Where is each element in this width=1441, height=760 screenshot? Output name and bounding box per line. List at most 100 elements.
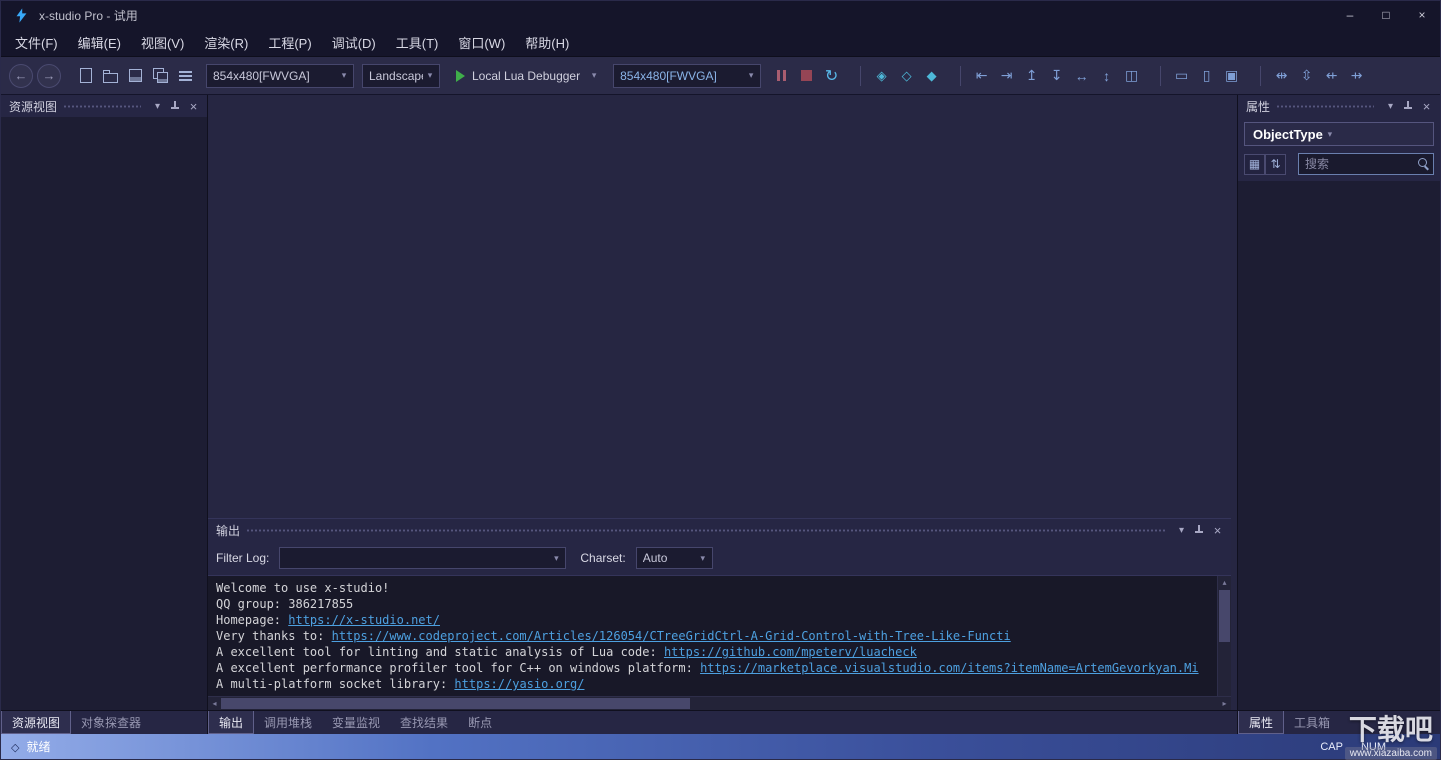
play-icon [456, 70, 465, 82]
output-console[interactable]: Welcome to use x-studio!QQ group: 386217… [208, 576, 1217, 696]
console-link[interactable]: https://github.com/mpeterv/luacheck [664, 645, 917, 659]
search-icon [1417, 157, 1430, 170]
save-all-icon[interactable] [148, 64, 173, 88]
open-folder-icon[interactable] [98, 64, 123, 88]
back-icon[interactable]: ← [9, 64, 33, 88]
status-icon [11, 740, 19, 754]
tab-output[interactable]: 输出 [208, 711, 254, 734]
space-across-icon[interactable]: ⇹ [1269, 64, 1294, 88]
orientation-select[interactable]: Landscape [362, 64, 440, 88]
vertical-scrollbar[interactable] [1217, 576, 1231, 696]
maximize-button[interactable]: □ [1368, 1, 1404, 29]
grid-icon[interactable]: ◆ [919, 64, 944, 88]
tab-call-stack[interactable]: 调用堆栈 [254, 711, 322, 734]
scroll-left-icon[interactable] [208, 697, 221, 710]
same-width-icon[interactable]: ▭ [1169, 64, 1194, 88]
header-dots [63, 104, 141, 109]
size-icon-group: ▭▯▣ [1169, 64, 1244, 88]
center-in-parent-icon[interactable]: ◫ [1119, 64, 1144, 88]
minimize-button[interactable]: – [1332, 1, 1368, 29]
charset-value: Auto [643, 551, 696, 565]
menu-project[interactable]: 工程(P) [258, 29, 321, 56]
toolbar-separator [1260, 66, 1261, 86]
anchor-icon[interactable]: ◈ [869, 64, 894, 88]
increase-space-icon[interactable]: ⇸ [1344, 64, 1369, 88]
save-icon[interactable] [123, 64, 148, 88]
close-icon[interactable] [1210, 523, 1225, 538]
close-icon[interactable] [186, 99, 201, 114]
menu-list-icon[interactable] [173, 64, 198, 88]
property-grid-icons: ▦⇅ [1244, 154, 1286, 175]
tab-find-results[interactable]: 查找结果 [390, 711, 458, 734]
menu-tools[interactable]: 工具(T) [386, 29, 449, 56]
console-text: QQ group: 386217855 [216, 597, 353, 611]
tab-properties[interactable]: 属性 [1238, 711, 1284, 734]
object-type-select[interactable]: ObjectType [1244, 122, 1434, 146]
scene-tool-group: ◈◇◆ [869, 64, 944, 88]
header-dots [1276, 104, 1374, 109]
console-link[interactable]: https://x-studio.net/ [288, 613, 440, 627]
align-bottom-icon[interactable]: ↧ [1044, 64, 1069, 88]
scroll-right-icon[interactable] [1218, 697, 1231, 710]
close-icon[interactable] [1419, 99, 1434, 114]
same-height-icon[interactable]: ▯ [1194, 64, 1219, 88]
scrollbar-thumb[interactable] [221, 698, 690, 709]
align-right-icon[interactable]: ⇥ [994, 64, 1019, 88]
resolution-select[interactable]: 854x480[FWVGA] [206, 64, 354, 88]
horizontal-scrollbar[interactable] [208, 696, 1231, 710]
console-link[interactable]: https://yasio.org/ [454, 677, 584, 691]
search-input[interactable] [1299, 157, 1433, 171]
run-button[interactable]: Local Lua Debugger [448, 69, 609, 83]
stop-icon[interactable] [794, 64, 819, 88]
pin-icon[interactable] [1192, 523, 1207, 538]
menu-window[interactable]: 窗口(W) [448, 29, 515, 56]
console-link[interactable]: https://marketplace.visualstudio.com/ite… [700, 661, 1199, 675]
spacing-icon-group: ⇹⇳⇷⇸ [1269, 64, 1369, 88]
menu-render[interactable]: 渲染(R) [194, 29, 258, 56]
output-panel: 输出 Filter Log: Charset: Auto [208, 518, 1231, 710]
chevron-down-icon [337, 70, 351, 81]
charset-select[interactable]: Auto [636, 547, 713, 569]
tab-object-explorer[interactable]: 对象探查器 [71, 711, 151, 734]
align-center-vertical-icon[interactable]: ↕ [1094, 64, 1119, 88]
snap-icon[interactable]: ◇ [894, 64, 919, 88]
scrollbar-track[interactable] [221, 697, 1218, 710]
menu-edit[interactable]: 编辑(E) [68, 29, 131, 56]
sort-alphabetical-icon[interactable]: ⇅ [1265, 154, 1286, 175]
filter-log-select[interactable] [279, 547, 566, 569]
forward-icon[interactable]: → [37, 64, 61, 88]
restart-icon[interactable]: ↻ [819, 64, 844, 88]
panel-menu-icon[interactable] [1174, 523, 1189, 538]
keyboard-indicators: CAPNUM [1320, 741, 1386, 753]
console-line: A multi-platform socket library: https:/… [216, 676, 1209, 692]
scroll-up-icon[interactable] [1218, 576, 1231, 589]
pause-icon[interactable] [769, 64, 794, 88]
menu-file[interactable]: 文件(F) [5, 29, 68, 56]
bottom-tab-row: 输出调用堆栈变量监视查找结果断点 [208, 710, 1237, 734]
tab-watch[interactable]: 变量监视 [322, 711, 390, 734]
menu-debug[interactable]: 调试(D) [322, 29, 386, 56]
pin-icon[interactable] [1401, 99, 1416, 114]
align-top-icon[interactable]: ↥ [1019, 64, 1044, 88]
device-select[interactable]: 854x480[FWVGA] [613, 64, 761, 88]
new-file-icon[interactable] [73, 64, 98, 88]
tab-breakpoints[interactable]: 断点 [458, 711, 502, 734]
scrollbar-thumb[interactable] [1219, 590, 1230, 642]
panel-menu-icon[interactable] [1383, 99, 1398, 114]
same-size-icon[interactable]: ▣ [1219, 64, 1244, 88]
align-left-icon[interactable]: ⇤ [969, 64, 994, 88]
close-button[interactable]: × [1404, 1, 1440, 29]
space-down-icon[interactable]: ⇳ [1294, 64, 1319, 88]
menu-help[interactable]: 帮助(H) [515, 29, 579, 56]
pin-icon[interactable] [168, 99, 183, 114]
align-center-horizontal-icon[interactable]: ↔ [1069, 64, 1094, 88]
panel-menu-icon[interactable] [150, 99, 165, 114]
console-text: A excellent performance profiler tool fo… [216, 661, 700, 675]
tab-toolbox[interactable]: 工具箱 [1284, 711, 1340, 734]
menu-view[interactable]: 视图(V) [131, 29, 194, 56]
console-link[interactable]: https://www.codeproject.com/Articles/126… [332, 629, 1011, 643]
tab-resource-view[interactable]: 资源视图 [1, 711, 71, 734]
decrease-space-icon[interactable]: ⇷ [1319, 64, 1344, 88]
categorized-icon[interactable]: ▦ [1244, 154, 1265, 175]
panel-title: 输出 [216, 522, 240, 539]
